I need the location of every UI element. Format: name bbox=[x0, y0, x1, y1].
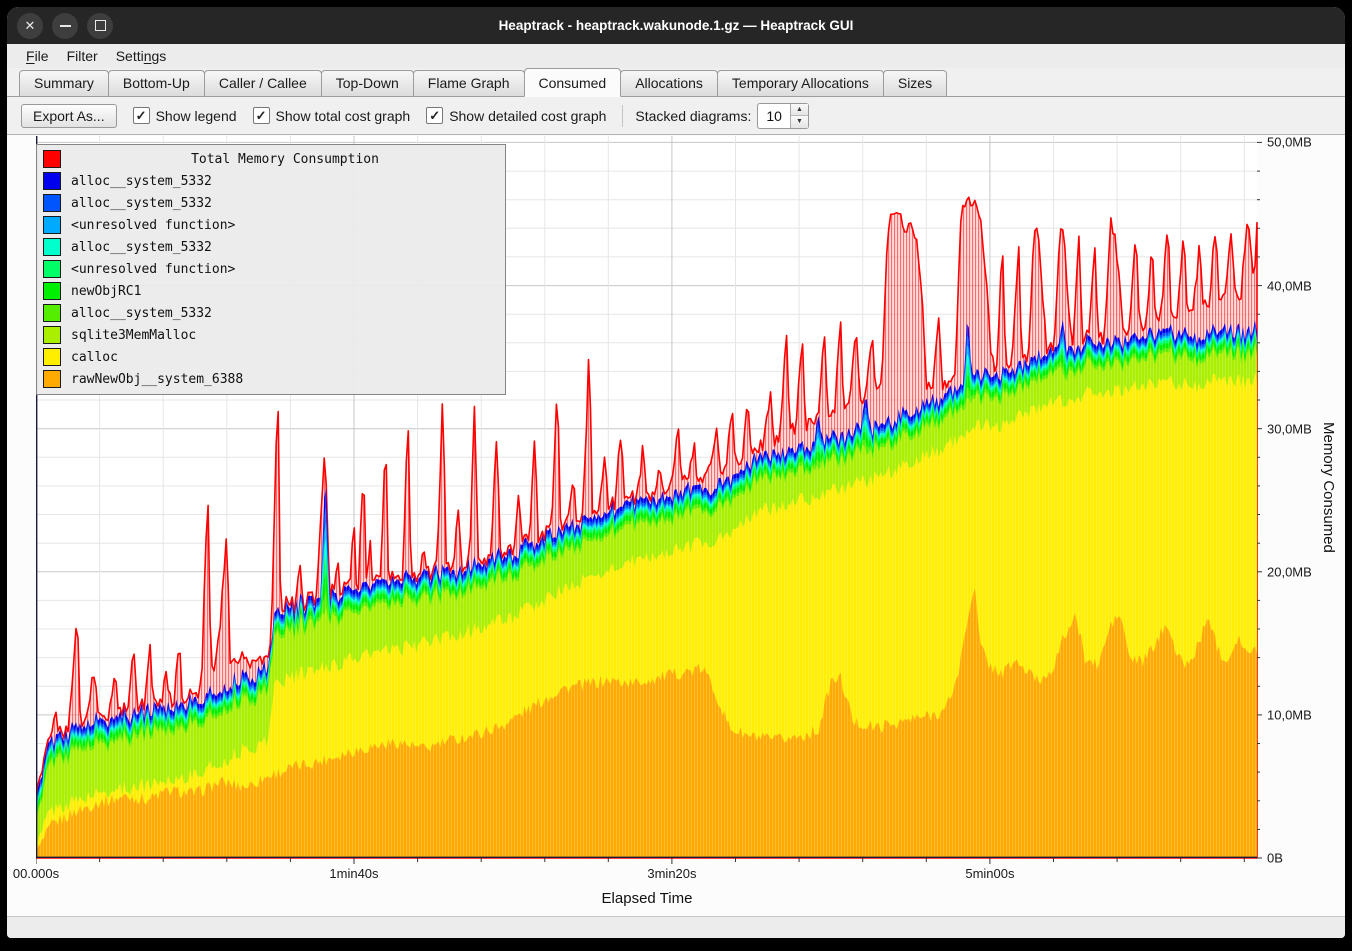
legend-label: sqlite3MemMalloc bbox=[71, 328, 196, 343]
spin-up-button[interactable]: ▲ bbox=[791, 104, 808, 117]
maximize-icon bbox=[95, 20, 106, 31]
status-bar bbox=[7, 916, 1345, 938]
legend-row: calloc bbox=[37, 346, 505, 368]
legend-swatch bbox=[43, 326, 61, 344]
checkbox-show-detailed-cost-graph[interactable]: ✓ Show detailed cost graph bbox=[426, 107, 606, 124]
titlebar[interactable]: ✕ Heaptrack - heaptrack.wakunode.1.gz — … bbox=[7, 7, 1345, 44]
checkmark-icon[interactable]: ✓ bbox=[426, 107, 443, 124]
legend-row: alloc__system_5332 bbox=[37, 192, 505, 214]
legend-row: alloc__system_5332 bbox=[37, 302, 505, 324]
tab-top-down[interactable]: Top-Down bbox=[321, 70, 414, 96]
legend-swatch bbox=[43, 260, 61, 278]
tab-bottom-up[interactable]: Bottom-Up bbox=[108, 70, 205, 96]
legend-swatch bbox=[43, 194, 61, 212]
legend-swatch bbox=[43, 150, 61, 168]
legend-label: alloc__system_5332 bbox=[71, 306, 212, 321]
legend-row: <unresolved function> bbox=[37, 258, 505, 280]
checkbox-label: Show total cost graph bbox=[276, 108, 411, 124]
legend-label: alloc__system_5332 bbox=[71, 240, 212, 255]
x-axis-tick-label: 1min40s bbox=[329, 866, 378, 881]
tab-flame-graph[interactable]: Flame Graph bbox=[413, 70, 525, 96]
y-axis-tick-label: 50,0MB bbox=[1267, 135, 1312, 150]
stacked-diagrams-spinbox[interactable]: 10 ▲ ▼ bbox=[757, 103, 809, 129]
window-title: Heaptrack - heaptrack.wakunode.1.gz — He… bbox=[7, 18, 1345, 33]
tab-allocations[interactable]: Allocations bbox=[620, 70, 718, 96]
checkbox-show-legend[interactable]: ✓ Show legend bbox=[133, 107, 237, 124]
export-as-button[interactable]: Export As... bbox=[21, 104, 117, 128]
legend-label: calloc bbox=[71, 350, 118, 365]
toolbar-separator bbox=[622, 105, 623, 127]
legend-swatch bbox=[43, 348, 61, 366]
close-button[interactable]: ✕ bbox=[17, 13, 43, 39]
tab-temporary-allocations[interactable]: Temporary Allocations bbox=[717, 70, 884, 96]
tab-sizes[interactable]: Sizes bbox=[883, 70, 947, 96]
legend-label: <unresolved function> bbox=[71, 218, 235, 233]
checkmark-icon[interactable]: ✓ bbox=[253, 107, 270, 124]
legend-label: alloc__system_5332 bbox=[71, 174, 212, 189]
toolbar: Export As... ✓ Show legend ✓ Show total cos… bbox=[7, 97, 1345, 134]
y-axis-tick-label: 0B bbox=[1267, 851, 1283, 866]
legend-swatch bbox=[43, 172, 61, 190]
spin-buttons: ▲ ▼ bbox=[790, 104, 808, 128]
y-axis-tick-label: 20,0MB bbox=[1267, 564, 1312, 579]
legend-swatch bbox=[43, 238, 61, 256]
legend-label: <unresolved function> bbox=[71, 262, 235, 277]
x-axis-title: Elapsed Time bbox=[567, 890, 727, 907]
checkbox-label: Show legend bbox=[156, 108, 237, 124]
maximize-button[interactable] bbox=[87, 13, 113, 39]
legend-label: newObjRC1 bbox=[71, 284, 141, 299]
checkbox-label: Show detailed cost graph bbox=[449, 108, 606, 124]
legend-label: alloc__system_5332 bbox=[71, 196, 212, 211]
menu-item-settings[interactable]: Settings bbox=[107, 46, 176, 66]
stacked-diagrams-label: Stacked diagrams: bbox=[635, 108, 751, 124]
y-axis-tick-label: 30,0MB bbox=[1267, 421, 1312, 436]
chart-legend: Total Memory Consumption alloc__system_53… bbox=[36, 144, 506, 395]
stacked-diagrams-value[interactable]: 10 bbox=[758, 104, 790, 128]
tab-summary[interactable]: Summary bbox=[19, 70, 109, 96]
legend-label: rawNewObj__system_6388 bbox=[71, 372, 243, 387]
legend-label: Total Memory Consumption bbox=[71, 152, 499, 167]
close-icon: ✕ bbox=[25, 18, 36, 34]
legend-row: alloc__system_5332 bbox=[37, 170, 505, 192]
minimize-button[interactable] bbox=[52, 13, 78, 39]
menu-item-file[interactable]: File bbox=[17, 46, 58, 66]
x-axis-tick-label: 5min00s bbox=[965, 866, 1014, 881]
spin-down-button[interactable]: ▼ bbox=[791, 116, 808, 128]
tab-consumed[interactable]: Consumed bbox=[524, 68, 622, 97]
chart-panel: Total Memory Consumption alloc__system_53… bbox=[7, 134, 1345, 916]
legend-swatch bbox=[43, 282, 61, 300]
legend-row: Total Memory Consumption bbox=[37, 148, 505, 170]
legend-row: alloc__system_5332 bbox=[37, 236, 505, 258]
y-axis-title: Memory Consumed bbox=[1320, 422, 1337, 553]
x-axis-tick-label: 00.000s bbox=[13, 866, 59, 881]
checkmark-icon[interactable]: ✓ bbox=[133, 107, 150, 124]
legend-row: rawNewObj__system_6388 bbox=[37, 368, 505, 390]
menu-item-filter[interactable]: Filter bbox=[58, 46, 107, 66]
menubar: FileFilterSettings bbox=[7, 44, 1345, 68]
legend-swatch bbox=[43, 304, 61, 322]
y-axis-tick-label: 10,0MB bbox=[1267, 707, 1312, 722]
legend-row: newObjRC1 bbox=[37, 280, 505, 302]
legend-swatch bbox=[43, 370, 61, 388]
y-axis-tick-label: 40,0MB bbox=[1267, 278, 1312, 293]
heaptrack-window: ✕ Heaptrack - heaptrack.wakunode.1.gz — … bbox=[7, 7, 1345, 938]
legend-row: <unresolved function> bbox=[37, 214, 505, 236]
checkbox-show-total-cost-graph[interactable]: ✓ Show total cost graph bbox=[253, 107, 411, 124]
tab-bar: SummaryBottom-UpCaller / CalleeTop-DownF… bbox=[7, 68, 1345, 97]
tab-caller-callee[interactable]: Caller / Callee bbox=[204, 70, 322, 96]
desktop: { "window": { "title": "Heaptrack - heap… bbox=[0, 0, 1352, 951]
legend-swatch bbox=[43, 216, 61, 234]
x-axis-tick-label: 3min20s bbox=[647, 866, 696, 881]
legend-row: sqlite3MemMalloc bbox=[37, 324, 505, 346]
minimize-icon bbox=[60, 25, 71, 27]
